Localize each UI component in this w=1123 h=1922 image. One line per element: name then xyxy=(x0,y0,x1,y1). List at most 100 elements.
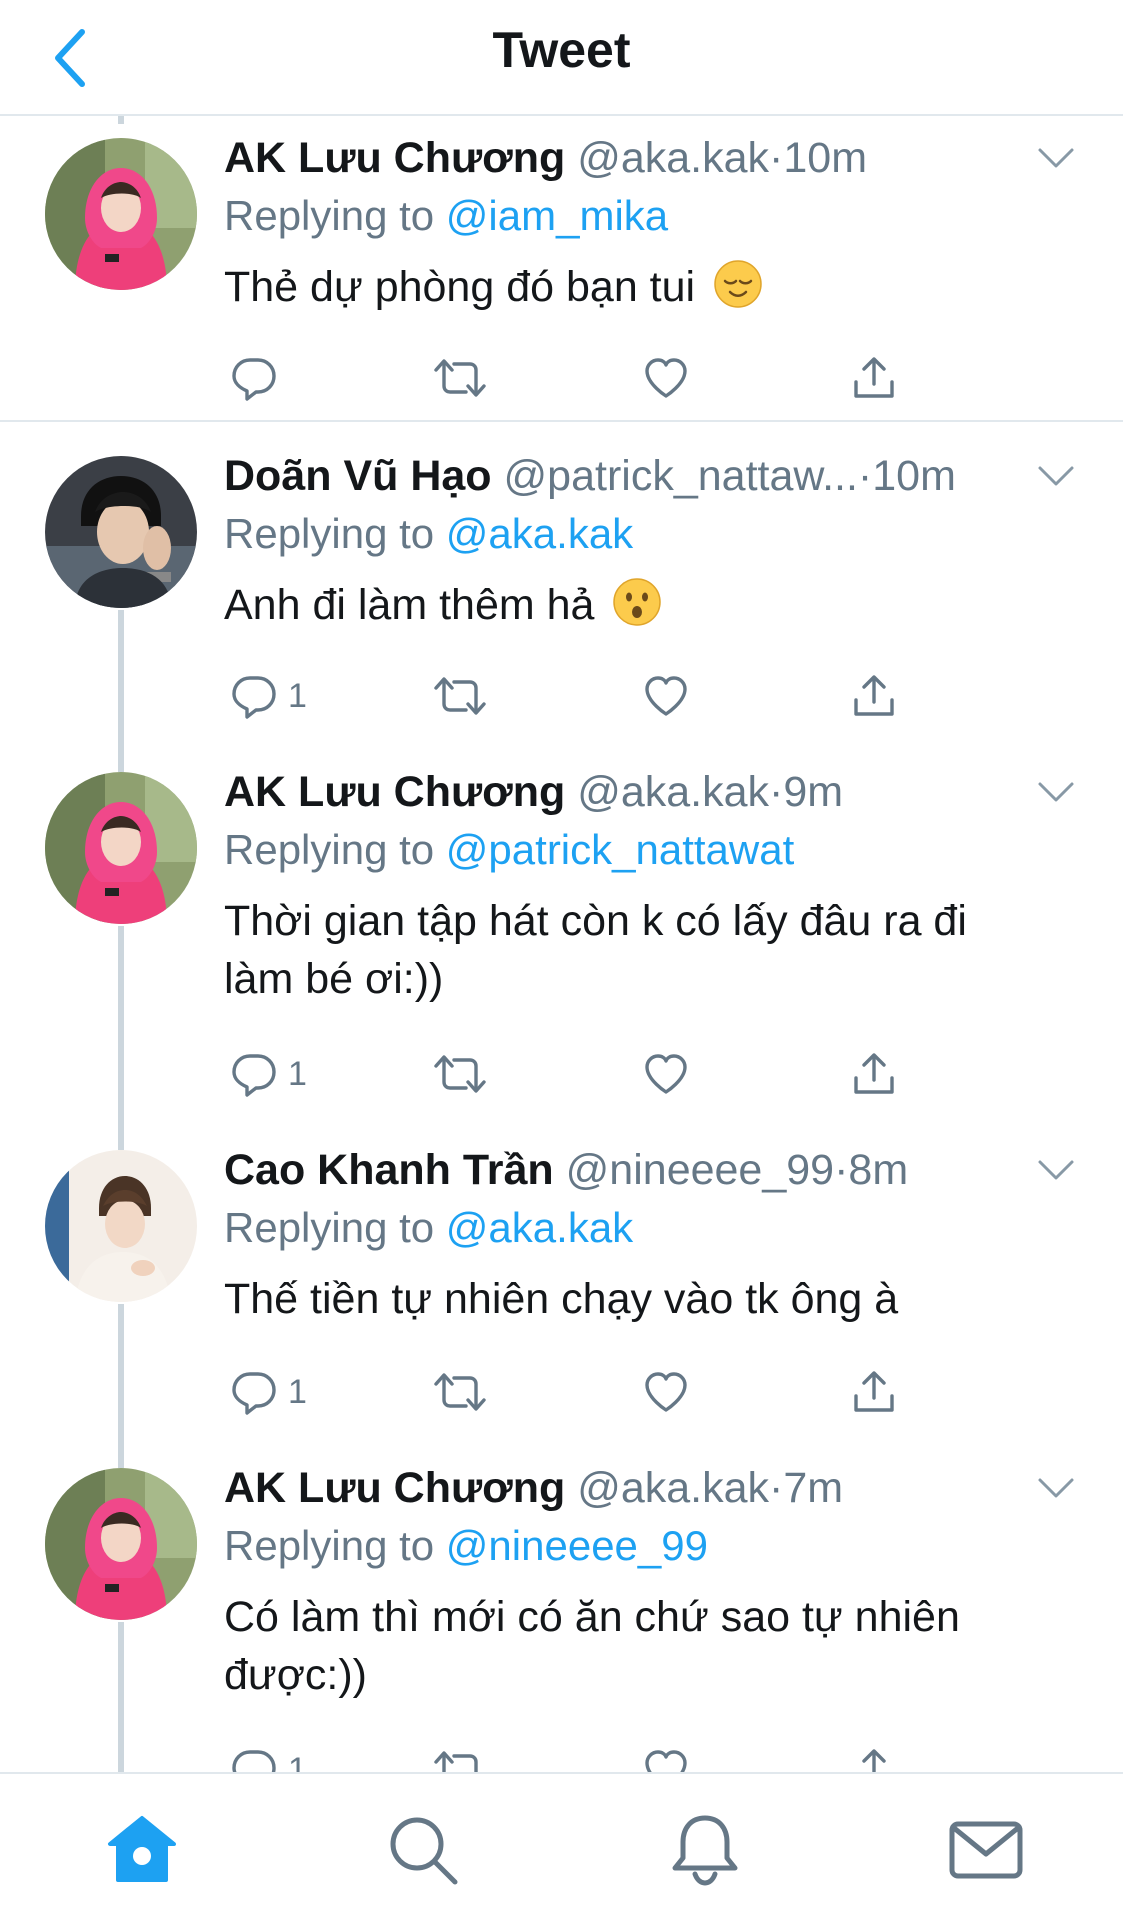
heart-icon xyxy=(642,1050,690,1098)
retweet-button[interactable] xyxy=(432,1044,488,1104)
page-title: Tweet xyxy=(492,22,631,78)
retweet-button[interactable] xyxy=(432,1740,488,1772)
reply-icon xyxy=(230,1746,278,1772)
tweet-thread[interactable]: AK Lưu Chương @aka.kak·10m Replying to @… xyxy=(0,116,1123,1772)
author-handle[interactable]: @aka.kak xyxy=(577,134,769,182)
thread-connector xyxy=(118,1128,124,1150)
avatar[interactable] xyxy=(45,772,197,924)
messages-envelope-icon[interactable] xyxy=(946,1810,1026,1890)
chevron-down-icon[interactable] xyxy=(1034,1468,1078,1508)
replying-to: Replying to @aka.kak xyxy=(224,1200,633,1256)
heart-icon xyxy=(642,1368,690,1416)
top-navigation-bar: Tweet xyxy=(0,0,1123,116)
mention-link[interactable]: @patrick_nattawat xyxy=(446,826,794,873)
author-handle[interactable]: @aka.kak xyxy=(577,768,769,816)
like-button[interactable] xyxy=(642,1362,690,1422)
mention-link[interactable]: @aka.kak xyxy=(446,1204,633,1251)
mention-link[interactable]: @iam_mika xyxy=(446,192,668,239)
author-handle[interactable]: @aka.kak xyxy=(577,1464,769,1512)
reply-icon xyxy=(230,354,278,402)
author-handle[interactable]: @patrick_nattaw... xyxy=(504,452,858,500)
like-button[interactable] xyxy=(642,1740,690,1772)
separator: · xyxy=(769,1464,784,1512)
like-button[interactable] xyxy=(642,1044,690,1104)
reply-button[interactable]: 1 xyxy=(230,666,307,726)
avatar[interactable] xyxy=(45,138,197,290)
like-button[interactable] xyxy=(642,666,690,726)
tweet-item[interactable]: Cao Khanh Trần @nineeee_99·8m Replying t… xyxy=(0,1128,1123,1446)
reply-button[interactable]: 1 xyxy=(230,1362,307,1422)
reply-button[interactable]: 1 xyxy=(230,1740,307,1772)
reply-count: 1 xyxy=(288,1750,307,1773)
share-icon xyxy=(850,1368,898,1416)
replying-label: Replying to xyxy=(224,1204,446,1251)
share-icon xyxy=(850,1746,898,1772)
separator: · xyxy=(769,134,784,182)
author-name[interactable]: Doãn Vũ Hạo xyxy=(224,452,492,500)
reply-button[interactable] xyxy=(230,348,288,408)
retweet-icon xyxy=(432,354,488,402)
reply-count: 1 xyxy=(288,1372,307,1411)
search-icon[interactable] xyxy=(383,1810,463,1890)
avatar[interactable] xyxy=(45,456,197,608)
tweet-text: Thời gian tập hát còn k có lấy đâu ra đi… xyxy=(224,892,1044,1008)
tweet-text: Có làm thì mới có ăn chứ sao tự nhiên đư… xyxy=(224,1588,1044,1704)
retweet-button[interactable] xyxy=(432,348,488,408)
tweet-text: Thế tiền tự nhiên chạy vào tk ông à xyxy=(224,1275,899,1323)
replying-label: Replying to xyxy=(224,826,446,873)
avatar[interactable] xyxy=(45,1150,197,1302)
reply-button[interactable]: 1 xyxy=(230,1044,307,1104)
tweet-text: Anh đi làm thêm hả xyxy=(224,576,1044,634)
divider xyxy=(0,420,1123,422)
replying-to: Replying to @aka.kak xyxy=(224,506,633,562)
home-icon[interactable] xyxy=(102,1810,182,1890)
retweet-icon xyxy=(432,1050,488,1098)
replying-to: Replying to @patrick_nattawat xyxy=(224,822,794,878)
share-button[interactable] xyxy=(850,666,898,726)
tweet-item[interactable]: AK Lưu Chương @aka.kak·7m Replying to @n… xyxy=(0,1446,1123,1772)
author-name[interactable]: AK Lưu Chương xyxy=(224,1464,565,1512)
share-button[interactable] xyxy=(850,1740,898,1772)
like-button[interactable] xyxy=(642,348,690,408)
notifications-bell-icon[interactable] xyxy=(665,1810,745,1890)
tweet-item[interactable]: AK Lưu Chương @aka.kak·9m Replying to @p… xyxy=(0,750,1123,1128)
author-name[interactable]: Cao Khanh Trần xyxy=(224,1146,554,1194)
author-name[interactable]: AK Lưu Chương xyxy=(224,134,565,182)
tweet-text: Thẻ dự phòng đó bạn tui xyxy=(224,258,1044,316)
avatar[interactable] xyxy=(45,1468,197,1620)
tweet-header: AK Lưu Chương @aka.kak·7m xyxy=(224,1460,993,1516)
tweet-item[interactable]: Doãn Vũ Hạo @patrick_nattaw...·10m Reply… xyxy=(0,434,1123,750)
share-button[interactable] xyxy=(850,348,898,408)
retweet-button[interactable] xyxy=(432,666,488,726)
mention-link[interactable]: @aka.kak xyxy=(446,510,633,557)
retweet-icon xyxy=(432,1746,488,1772)
tweet-item[interactable]: AK Lưu Chương @aka.kak·10m Replying to @… xyxy=(0,116,1123,420)
tweet-text-line: được:)) xyxy=(224,1651,367,1699)
reply-icon xyxy=(230,672,278,720)
tweet-header: Cao Khanh Trần @nineeee_99·8m xyxy=(224,1142,993,1198)
tweet-text-content: Thẻ dự phòng đó bạn tui xyxy=(224,263,696,311)
retweet-icon xyxy=(432,1368,488,1416)
retweet-button[interactable] xyxy=(432,1362,488,1422)
share-button[interactable] xyxy=(850,1044,898,1104)
tweet-actions: 1 xyxy=(224,1044,944,1104)
thread-connector xyxy=(118,116,124,124)
tweet-text-content: Anh đi làm thêm hả xyxy=(224,581,595,629)
replying-label: Replying to xyxy=(224,1522,446,1569)
author-name[interactable]: AK Lưu Chương xyxy=(224,768,565,816)
chevron-down-icon[interactable] xyxy=(1034,456,1078,496)
share-button[interactable] xyxy=(850,1362,898,1422)
chevron-down-icon[interactable] xyxy=(1034,1150,1078,1190)
tweet-text-line: Có làm thì mới có ăn chứ sao tự nhiên xyxy=(224,1593,960,1641)
retweet-icon xyxy=(432,672,488,720)
mention-link[interactable]: @nineeee_99 xyxy=(446,1522,708,1569)
chevron-down-icon[interactable] xyxy=(1034,772,1078,812)
replying-to: Replying to @iam_mika xyxy=(224,188,668,244)
thread-connector xyxy=(118,1446,124,1468)
separator: · xyxy=(834,1146,849,1194)
chevron-down-icon[interactable] xyxy=(1034,138,1078,178)
separator: · xyxy=(769,768,784,816)
tweet-text-line: Thời gian tập hát còn k có lấy đâu ra đi xyxy=(224,897,967,945)
timestamp: 7m xyxy=(783,1464,844,1512)
author-handle[interactable]: @nineeee_99 xyxy=(566,1146,834,1194)
